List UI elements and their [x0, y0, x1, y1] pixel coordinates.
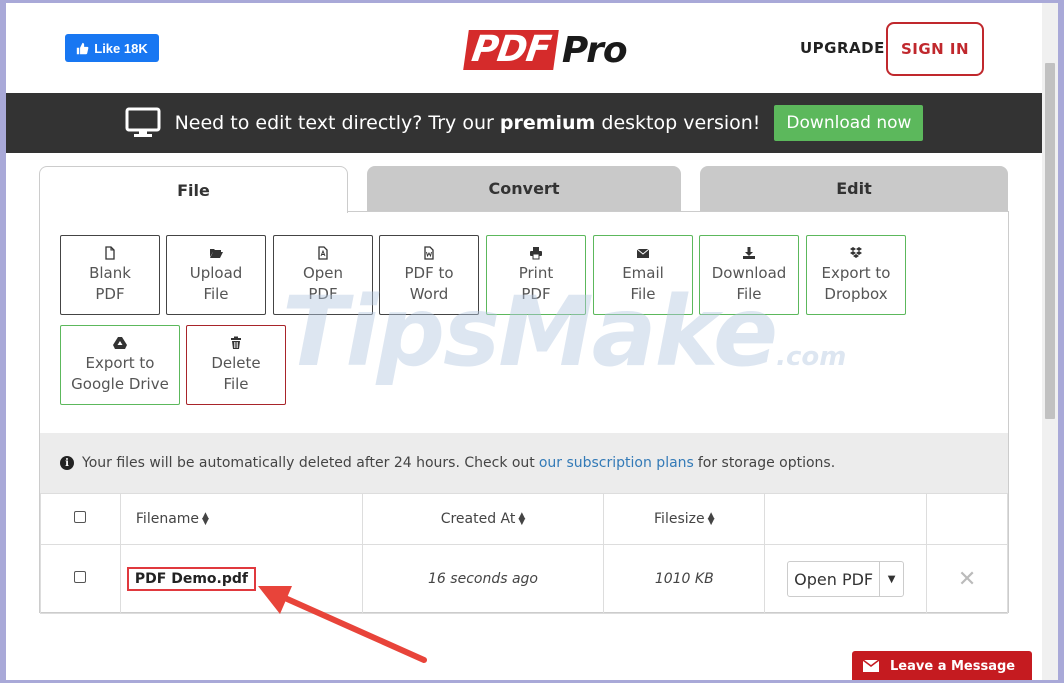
- file-tab-panel: Blank PDF Upload File Open PDF PDF to Word P…: [39, 211, 1009, 614]
- logo-pdf-text: PDF: [463, 29, 559, 70]
- select-all-checkbox[interactable]: [74, 511, 87, 523]
- filename-header[interactable]: Filename ▲ ▼: [119, 493, 363, 545]
- print-pdf-button[interactable]: Print PDF: [486, 235, 586, 315]
- site-header: Like 18K PDF Pro UPGRADE SIGN IN: [6, 3, 1042, 93]
- facebook-like-label: Like 18K: [94, 40, 148, 56]
- open-pdf-split-button: Open PDF ▼: [787, 561, 905, 597]
- filesize-cell: 1010 KB: [603, 544, 766, 614]
- files-table: Filename ▲ ▼ Created At ▲ ▼ Filesize ▲ ▼ PDF D…: [40, 493, 1008, 614]
- tab-edit[interactable]: Edit: [700, 166, 1008, 211]
- logo-pro-text: Pro: [561, 29, 628, 71]
- leave-message-label: Leave a Message: [890, 658, 1016, 674]
- open-pdf-button[interactable]: Open PDF: [273, 235, 373, 315]
- vertical-scrollbar[interactable]: [1042, 3, 1058, 680]
- folder-open-icon: [210, 248, 223, 258]
- table-row: PDF Demo.pdf 16 seconds ago 1010 KB Open…: [40, 544, 1008, 614]
- export-to-dropbox-button[interactable]: Export to Dropbox: [806, 235, 906, 315]
- storage-info-notice: i Your files will be automatically delet…: [40, 433, 1008, 493]
- thumbs-up-icon: [77, 42, 89, 54]
- leave-message-button[interactable]: Leave a Message: [852, 651, 1032, 680]
- envelope-icon: [636, 248, 650, 258]
- subscription-plans-link[interactable]: our subscription plans: [539, 455, 694, 471]
- close-icon[interactable]: ✕: [958, 567, 976, 592]
- promo-banner: Need to edit text directly? Try our prem…: [6, 93, 1042, 153]
- envelope-icon: [862, 659, 880, 672]
- row-checkbox[interactable]: [74, 571, 87, 583]
- monitor-icon: [125, 107, 161, 137]
- promo-text: Need to edit text directly? Try our prem…: [174, 112, 761, 134]
- word-file-icon: [424, 245, 434, 260]
- download-now-button[interactable]: Download now: [774, 105, 924, 141]
- info-text-post: for storage options.: [697, 455, 836, 471]
- info-text-pre: Your files will be automatically deleted…: [82, 455, 535, 471]
- sort-icon: ▲ ▼: [202, 511, 209, 527]
- tab-convert[interactable]: Convert: [367, 166, 681, 211]
- export-to-google-drive-button[interactable]: Export to Google Drive: [60, 325, 180, 405]
- sign-in-button[interactable]: SIGN IN: [886, 22, 984, 76]
- action-header: [764, 493, 928, 545]
- google-drive-icon: [113, 336, 127, 349]
- sort-icon: ▲ ▼: [518, 511, 526, 527]
- action-cell: Open PDF ▼: [764, 544, 928, 614]
- email-file-button[interactable]: Email File: [593, 235, 693, 315]
- dropbox-icon: [850, 246, 862, 258]
- sort-icon: ▲ ▼: [707, 511, 715, 527]
- pdf-file-icon: [318, 245, 328, 260]
- delete-file-button[interactable]: Delete File: [186, 325, 286, 405]
- open-pdf-row-button[interactable]: Open PDF: [788, 570, 879, 589]
- created-at-header[interactable]: Created At ▲ ▼: [361, 493, 605, 545]
- chevron-down-icon[interactable]: ▼: [879, 562, 903, 596]
- filesize-header[interactable]: Filesize ▲ ▼: [603, 493, 766, 545]
- delete-cell: ✕: [926, 544, 1008, 614]
- filename-link[interactable]: PDF Demo.pdf: [126, 567, 256, 591]
- facebook-like-button[interactable]: Like 18K: [65, 34, 159, 62]
- annotation-arrow: [258, 586, 427, 663]
- file-icon: [105, 245, 115, 260]
- pdfpro-logo[interactable]: PDF Pro: [463, 29, 628, 71]
- table-header-row: Filename ▲ ▼ Created At ▲ ▼ Filesize ▲ ▼: [40, 493, 1008, 545]
- pdf-to-word-button[interactable]: PDF to Word: [379, 235, 479, 315]
- info-icon: i: [60, 456, 74, 470]
- download-icon: [743, 246, 755, 259]
- print-icon: [530, 246, 542, 259]
- row-select-cell: [40, 544, 121, 614]
- trash-icon: [231, 336, 241, 349]
- select-all-cell: [40, 493, 121, 545]
- tab-file[interactable]: File: [39, 166, 348, 213]
- upload-file-button[interactable]: Upload File: [166, 235, 266, 315]
- delete-header: [926, 493, 1008, 545]
- download-file-button[interactable]: Download File: [699, 235, 799, 315]
- browser-viewport: Like 18K PDF Pro UPGRADE SIGN IN Need to…: [6, 3, 1058, 680]
- scrollbar-thumb[interactable]: [1045, 63, 1055, 419]
- blank-pdf-button[interactable]: Blank PDF: [60, 235, 160, 315]
- upgrade-link[interactable]: UPGRADE: [800, 39, 885, 57]
